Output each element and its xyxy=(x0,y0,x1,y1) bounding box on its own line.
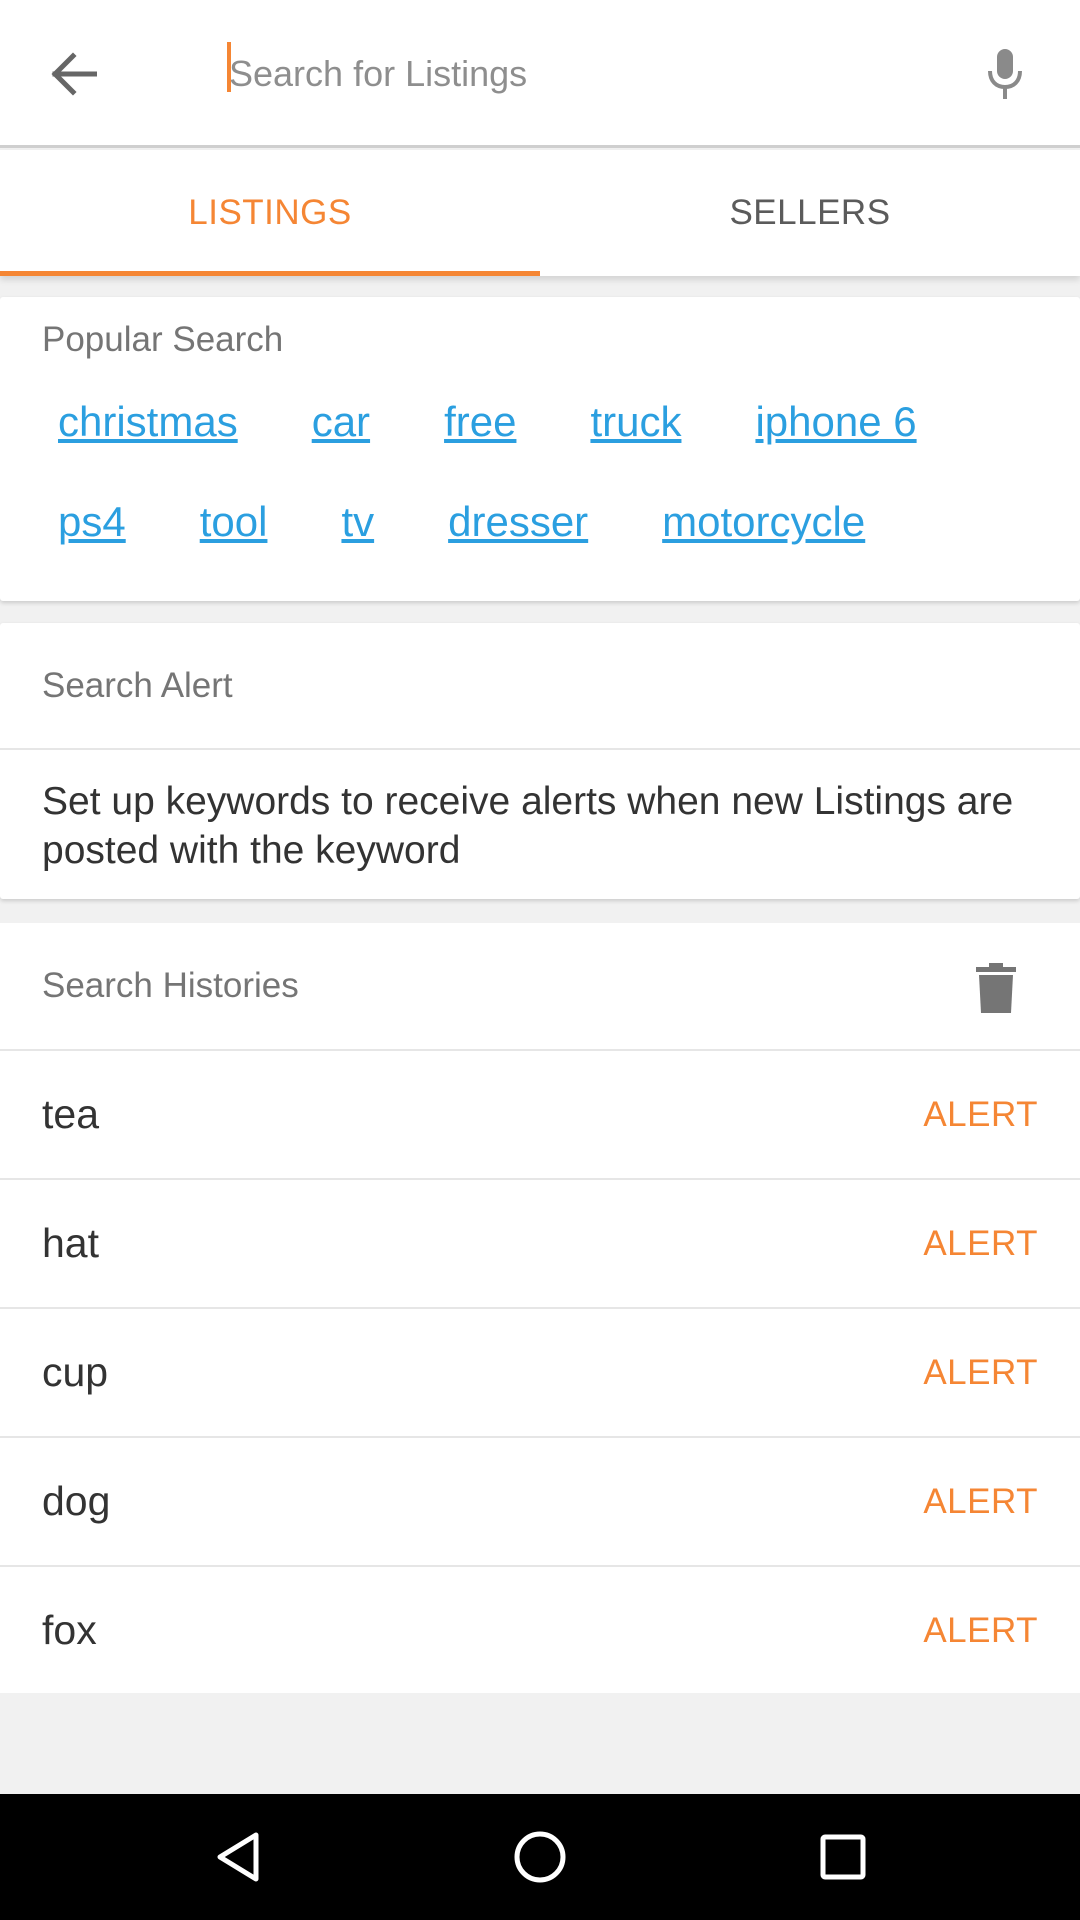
popular-search-link[interactable]: dresser xyxy=(448,498,588,546)
alert-button[interactable]: ALERT xyxy=(923,1611,1038,1651)
divider xyxy=(0,748,1080,750)
alert-button[interactable]: ALERT xyxy=(923,1482,1038,1522)
nav-back-button[interactable] xyxy=(205,1824,271,1890)
popular-search-link[interactable]: iphone 6 xyxy=(755,398,916,446)
alert-button[interactable]: ALERT xyxy=(923,1224,1038,1264)
search-input[interactable] xyxy=(227,40,927,108)
popular-search-title: Popular Search xyxy=(42,320,284,359)
history-list: tea ALERT hat ALERT cup ALERT dog ALERT … xyxy=(0,1049,1080,1694)
screen: LISTINGS SELLERS Popular Search christma… xyxy=(0,0,1080,1920)
alert-button[interactable]: ALERT xyxy=(923,1095,1038,1135)
history-term: dog xyxy=(42,1478,111,1524)
microphone-icon xyxy=(988,49,1022,99)
history-row[interactable]: fox ALERT xyxy=(0,1565,1080,1694)
history-row[interactable]: cup ALERT xyxy=(0,1307,1080,1436)
history-row[interactable]: dog ALERT xyxy=(0,1436,1080,1565)
popular-search-link[interactable]: free xyxy=(444,398,516,446)
popular-search-row-2: ps4 tool tv dresser motorcycle xyxy=(58,498,939,546)
popular-search-link[interactable]: christmas xyxy=(58,398,238,446)
circle-home-icon xyxy=(514,1831,566,1883)
clear-history-button[interactable] xyxy=(972,960,1020,1016)
search-alert-title: Search Alert xyxy=(42,666,233,705)
system-navigation-bar xyxy=(0,1794,1080,1920)
popular-search-link[interactable]: motorcycle xyxy=(662,498,865,546)
popular-search-link[interactable]: tool xyxy=(200,498,268,546)
tab-listings[interactable]: LISTINGS xyxy=(0,150,540,276)
nav-recents-button[interactable] xyxy=(810,1824,876,1890)
search-alert-description: Set up keywords to receive alerts when n… xyxy=(42,780,1014,872)
alert-button[interactable]: ALERT xyxy=(923,1353,1038,1393)
back-button[interactable] xyxy=(40,44,106,104)
history-term: hat xyxy=(42,1220,99,1266)
search-bar xyxy=(0,0,1080,148)
history-term: fox xyxy=(42,1607,97,1653)
popular-search-link[interactable]: tv xyxy=(341,498,374,546)
triangle-back-icon xyxy=(217,1832,259,1882)
history-row[interactable]: tea ALERT xyxy=(0,1049,1080,1178)
tab-sellers[interactable]: SELLERS xyxy=(540,150,1080,276)
popular-search-link[interactable]: car xyxy=(312,398,370,446)
arrow-left-icon xyxy=(51,52,97,96)
history-row[interactable]: hat ALERT xyxy=(0,1178,1080,1307)
popular-search-link[interactable]: ps4 xyxy=(58,498,126,546)
square-recent-icon xyxy=(820,1834,866,1880)
voice-search-button[interactable] xyxy=(975,44,1035,104)
nav-home-button[interactable] xyxy=(507,1824,573,1890)
search-histories-title: Search Histories xyxy=(42,966,299,1005)
popular-search-row-1: christmas car free truck iphone 6 xyxy=(58,398,991,446)
text-cursor xyxy=(227,42,231,92)
history-term: tea xyxy=(42,1091,99,1137)
history-term: cup xyxy=(42,1349,109,1395)
popular-search-link[interactable]: truck xyxy=(590,398,681,446)
trash-icon xyxy=(976,963,1016,1013)
tab-bar: LISTINGS SELLERS xyxy=(0,150,1080,276)
